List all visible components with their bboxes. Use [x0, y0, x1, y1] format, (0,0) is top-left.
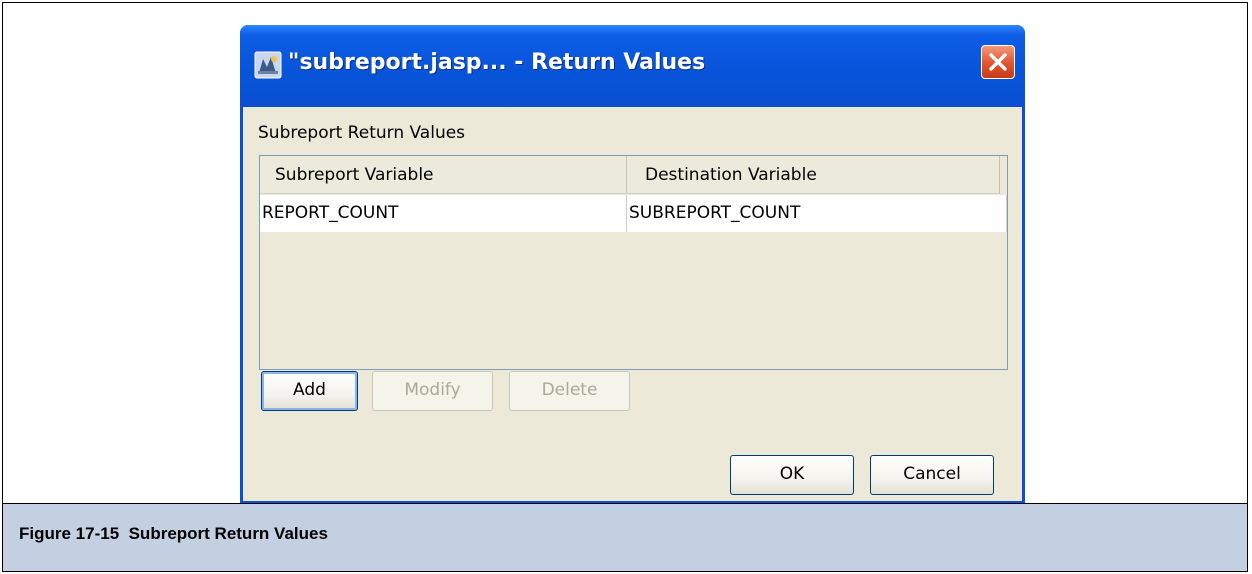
close-button[interactable]	[981, 45, 1015, 79]
dialog-client-area: Subreport Return Values Subreport Variab…	[243, 107, 1022, 501]
window-title: "subreport.jasp... - Return Values	[288, 50, 706, 75]
table-header: Subreport Variable Destination Variable	[260, 156, 1007, 194]
add-button[interactable]: Add	[261, 371, 358, 411]
figure-frame: "subreport.jasp... - Return Values Subre…	[2, 2, 1248, 572]
figure-caption: Figure 17-15 Subreport Return Values	[19, 524, 328, 543]
close-icon	[989, 53, 1007, 71]
section-label: Subreport Return Values	[258, 123, 466, 143]
cell-destination-variable[interactable]: SUBREPORT_COUNT	[627, 195, 1007, 232]
cancel-button[interactable]: Cancel	[870, 455, 994, 495]
modify-button[interactable]: Modify	[372, 371, 493, 411]
cell-subreport-variable[interactable]: REPORT_COUNT	[260, 195, 627, 232]
title-bar[interactable]: "subreport.jasp... - Return Values	[240, 25, 1025, 107]
figure-caption-bar: Figure 17-15 Subreport Return Values	[3, 503, 1247, 571]
return-values-dialog: "subreport.jasp... - Return Values Subre…	[240, 25, 1025, 504]
table-row[interactable]: REPORT_COUNT SUBREPORT_COUNT	[260, 195, 1007, 232]
column-header-subreport-variable[interactable]: Subreport Variable	[260, 156, 627, 194]
jasper-app-icon	[254, 51, 282, 79]
delete-button[interactable]: Delete	[509, 371, 630, 411]
column-header-destination-variable[interactable]: Destination Variable	[627, 156, 1000, 194]
ok-button[interactable]: OK	[730, 455, 854, 495]
return-values-table: Subreport Variable Destination Variable …	[259, 155, 1008, 370]
